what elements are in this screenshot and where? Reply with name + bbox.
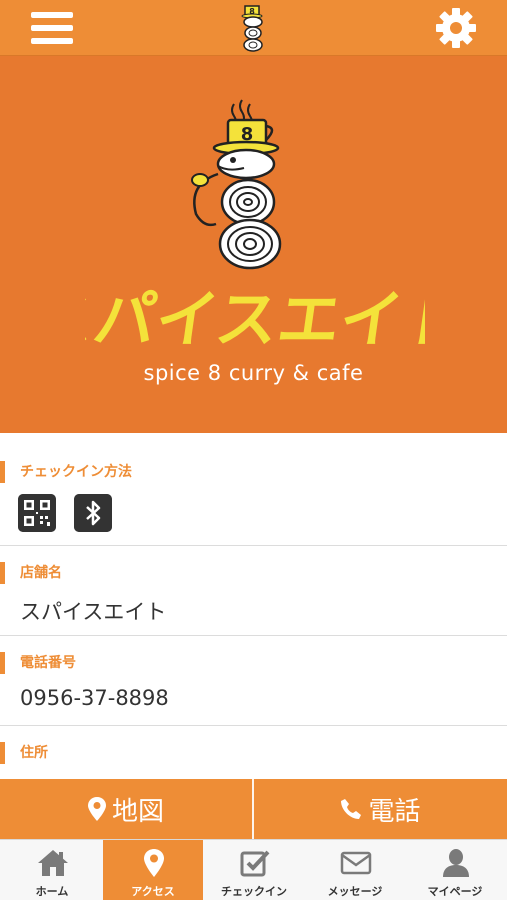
- address-label: 住所: [0, 742, 48, 764]
- tab-mypage[interactable]: マイページ: [405, 840, 505, 900]
- gear-icon[interactable]: [434, 6, 478, 50]
- map-button[interactable]: 地図: [0, 779, 252, 839]
- top-app-bar: 8: [0, 0, 507, 56]
- tab-home[interactable]: ホーム: [2, 840, 102, 900]
- bluetooth-icon[interactable]: [74, 494, 112, 532]
- home-icon: [38, 850, 68, 876]
- tab-checkin-label: チェックイン: [221, 885, 287, 898]
- user-icon: [443, 849, 469, 877]
- divider: [0, 725, 507, 726]
- action-bar: 地図 電話: [0, 779, 507, 839]
- mascot-illustration: 8: [191, 99, 282, 270]
- phone-number-value[interactable]: 0956-37-8898: [20, 686, 169, 710]
- map-button-label: 地図: [111, 796, 164, 827]
- store-name-label: 店舗名: [0, 562, 62, 584]
- phone-number-label: 電話番号: [0, 652, 76, 674]
- checkin-icon: [240, 850, 270, 877]
- tab-access-label: アクセス: [131, 885, 175, 898]
- store-name-value: スパイスエイト: [20, 600, 167, 624]
- tab-mypage-label: マイページ: [427, 885, 483, 898]
- hero-title-text: スパイスエイト: [85, 283, 425, 356]
- app-screen: 8 8 スパイスエイト spice 8 curry & cafe チェックイン方…: [0, 0, 507, 900]
- tab-message[interactable]: メッセージ: [305, 840, 405, 900]
- divider: [0, 635, 507, 636]
- call-button[interactable]: 電話: [254, 779, 507, 839]
- tab-access[interactable]: アクセス: [103, 840, 203, 900]
- checkin-method-label: チェックイン方法: [0, 461, 132, 483]
- spice8-mascot-logo[interactable]: 8: [233, 3, 273, 53]
- call-button-label: 電話: [368, 796, 421, 827]
- map-pin-icon: [87, 797, 106, 821]
- tab-checkin[interactable]: チェックイン: [204, 840, 304, 900]
- hero-banner: 8 スパイスエイト spice 8 curry & cafe: [0, 56, 507, 433]
- tab-message-label: メッセージ: [327, 885, 383, 898]
- hero-subtitle: spice 8 curry & cafe: [143, 361, 364, 385]
- hamburger-menu-icon[interactable]: [31, 10, 73, 46]
- phone-icon: [341, 799, 362, 819]
- envelope-icon: [340, 851, 372, 875]
- qr-code-icon[interactable]: [18, 494, 56, 532]
- divider: [0, 545, 507, 546]
- bottom-tab-bar: ホーム アクセス チェックイン メッセージ マイページ: [0, 839, 507, 900]
- hero-title: スパイスエイト: [85, 283, 425, 356]
- tab-home-label: ホーム: [35, 885, 69, 898]
- map-pin-icon: [144, 849, 164, 877]
